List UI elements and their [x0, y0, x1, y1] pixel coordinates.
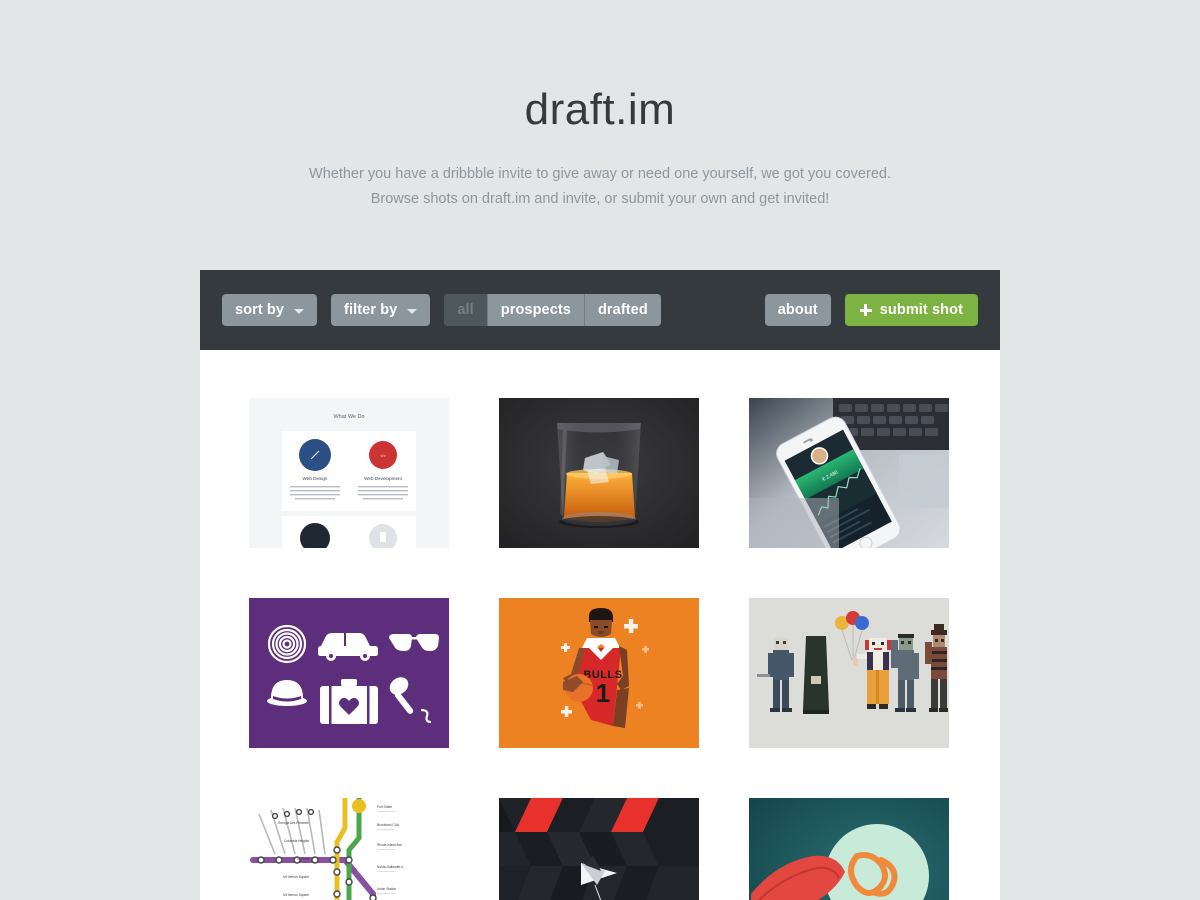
page-tagline: Whether you have a dribbble invite to gi…: [0, 162, 1200, 212]
svg-text:Connecting service: Connecting service: [377, 892, 396, 895]
plus-icon: [859, 304, 872, 316]
svg-text:U Street: U Street: [297, 857, 309, 861]
sort-by-button[interactable]: sort by: [222, 294, 318, 326]
svg-text:Connecting service: Connecting service: [377, 828, 396, 831]
filter-by-label: filter by: [344, 302, 398, 318]
chevron-down-icon: [407, 308, 418, 314]
svg-text:Rhode Island Ave: Rhode Island Ave: [377, 843, 402, 847]
svg-text:Georgia Ave-Petworth: Georgia Ave-Petworth: [278, 821, 309, 825]
shot-pixel-horror-villains[interactable]: [749, 598, 949, 748]
svg-text:1: 1: [596, 678, 610, 708]
submit-shot-button[interactable]: submit shot: [844, 294, 978, 326]
svg-text:Web Design: Web Design: [303, 476, 328, 481]
toolbar: sort by filter by all prospects drafted …: [200, 270, 1000, 350]
svg-text:Brookland-CUA: Brookland-CUA: [377, 823, 400, 827]
shot-iphone-on-macbook-app-ui[interactable]: € 2,480: [749, 398, 949, 548]
svg-text:Fort Totten: Fort Totten: [377, 805, 392, 809]
about-button[interactable]: about: [764, 294, 831, 326]
page-title: draft.im: [524, 85, 676, 134]
page-header: draft.im Whether you have a dribbble inv…: [0, 0, 1200, 212]
svg-text:Connecting service: Connecting service: [377, 870, 396, 873]
svg-text:Mt Vernon Square: Mt Vernon Square: [283, 875, 309, 879]
segment-drafted[interactable]: drafted: [584, 294, 661, 326]
shot-grid: What We Do </> Web Design Web Developmen…: [200, 350, 1000, 900]
segment-all[interactable]: all: [444, 294, 488, 326]
svg-text:Columbia Heights: Columbia Heights: [284, 839, 310, 843]
submit-shot-label: submit shot: [879, 302, 963, 318]
filter-by-button[interactable]: filter by: [331, 294, 431, 326]
chevron-down-icon: [294, 308, 305, 314]
svg-text:Web Development: Web Development: [364, 476, 402, 481]
shot-purple-flat-icon-set[interactable]: [249, 598, 449, 748]
app-container: sort by filter by all prospects drafted …: [200, 270, 1000, 900]
svg-text:</>: </>: [380, 453, 386, 458]
svg-text:Union Station: Union Station: [377, 887, 396, 891]
shot-teal-moon-illustration[interactable]: [749, 798, 949, 900]
shot-dark-geometric-polygons[interactable]: [499, 798, 699, 900]
svg-text:Connecting service: Connecting service: [377, 810, 396, 813]
svg-text:Mt Vernon Square: Mt Vernon Square: [283, 893, 309, 897]
svg-text:Connecting service: Connecting service: [377, 848, 396, 851]
filter-segmented-control: all prospects drafted: [444, 294, 661, 326]
tagline-line-1: Whether you have a dribbble invite to gi…: [309, 166, 891, 182]
svg-text:NoMa-Gallaudet U: NoMa-Gallaudet U: [377, 865, 404, 869]
toolbar-left-group: sort by filter by all prospects drafted: [222, 294, 661, 326]
sort-by-label: sort by: [235, 302, 285, 318]
shot-bulls-basketball-player[interactable]: BULLS 1: [499, 598, 699, 748]
shot-whiskey-glass-icon[interactable]: [499, 398, 699, 548]
segment-prospects[interactable]: prospects: [487, 294, 585, 326]
svg-text:What We Do: What We Do: [333, 414, 364, 420]
shot-subway-transit-map[interactable]: Fort Totten Brookland-CUA Rhode Island A…: [249, 798, 449, 900]
shot-what-we-do-landing-page[interactable]: What We Do </> Web Design Web Developmen…: [249, 398, 449, 548]
tagline-line-2: Browse shots on draft.im and invite, or …: [370, 191, 830, 207]
toolbar-right-group: about submit shot: [764, 294, 978, 326]
